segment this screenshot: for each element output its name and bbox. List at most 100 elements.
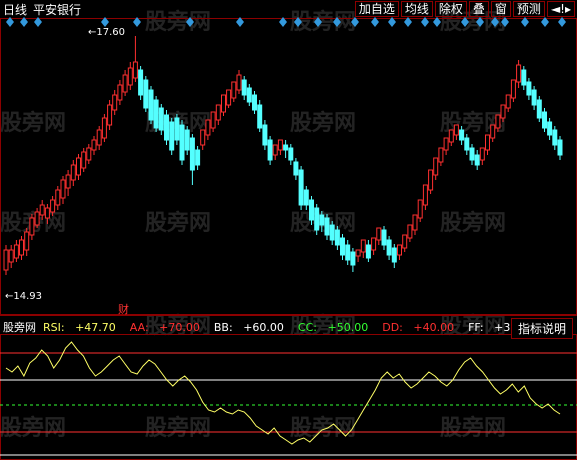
candle-body [107,104,113,126]
rsi-line [5,341,561,445]
candle-body [448,129,454,143]
candle-body [246,87,252,103]
dd-legend: DD: +40.00 [382,321,461,334]
rsi-legend: RSI: +47.70 [43,321,123,334]
candle-body [127,67,133,86]
toolbar-menu: 加自选 均线 除权 叠 窗 预测 ◄!▸ [353,1,575,17]
candle-body [438,147,444,163]
candle-body [557,139,563,156]
candle-body [298,169,304,206]
candle-body [391,247,397,263]
rsi-label: RSI: [43,321,65,334]
candle-body [3,249,9,271]
candle-body [376,227,382,241]
candle-body [479,147,485,161]
candle-body [407,224,413,239]
candle-body [164,114,169,141]
candle-body [138,69,144,96]
candle-body [309,199,314,221]
candle-body [474,154,480,166]
candle-body [485,134,490,151]
candle-body [221,94,226,113]
candle-body [459,129,465,141]
candle-body [490,124,496,139]
kline-chart[interactable] [0,0,577,460]
candle-body [495,114,501,129]
forecast-button[interactable]: 预测 [512,1,545,17]
candle-body [464,137,470,151]
candle-body [547,121,553,136]
candle-body [184,129,190,151]
bb-legend: BB: +60.00 [214,321,291,334]
candle-body [521,69,527,86]
candle-body [257,104,263,129]
candle-body [60,179,66,199]
candle-body [329,224,335,241]
low-price-label: ←14.93 [5,291,43,302]
candle-body [422,184,428,206]
candle-body [8,249,14,263]
candle-body [526,81,532,96]
candle-body [143,79,149,109]
candle-body [412,214,418,231]
candle-body [516,64,522,83]
candle-body [552,129,558,146]
candle-body [453,124,459,136]
candle-body [417,199,423,219]
aa-value: +70.00 [159,321,200,334]
candle-body [241,79,247,96]
candle-body [169,121,175,151]
candle-body [365,244,371,259]
low-price-value: 14.93 [13,291,43,302]
indicator-help-button[interactable]: 指标说明 [510,318,573,339]
candle-body [531,89,537,106]
candle-body [148,89,154,121]
candle-body [86,147,92,161]
candle-body [433,157,439,176]
ex-rights-button[interactable]: 除权 [434,1,467,17]
indicator-name: 股旁网 [3,321,36,334]
candle-body [112,94,118,111]
candle-body [200,129,206,146]
finance-event-marker[interactable]: 财 [118,301,129,317]
add-watchlist-button[interactable]: 加自选 [354,1,399,17]
dd-value: +40.00 [413,321,455,334]
rsi-value: +47.70 [75,321,116,334]
candle-body [39,204,45,216]
candle-body [469,147,475,161]
stock-name: 平安银行 [33,3,82,17]
high-price-label: ←17.60 [88,27,126,38]
candle-body [132,61,138,79]
period-label[interactable]: 日线 [3,3,27,17]
candle-body [443,137,449,151]
overlay-button[interactable]: 叠 [468,1,489,17]
candle-body [153,99,159,129]
dd-label: DD: [382,321,403,334]
candle-body [96,129,102,146]
candle-body [231,81,237,99]
candle-body [29,217,35,236]
candle-body [288,147,294,161]
candle-body [355,249,361,257]
candle-body [319,214,325,226]
candle-body [19,239,24,256]
high-price-value: 17.60 [96,27,126,38]
moving-average-button[interactable]: 均线 [400,1,433,17]
candle-body [174,117,180,141]
candle-body [505,94,511,109]
candle-body [252,94,257,111]
candle-body [360,239,366,253]
candle-body [386,239,392,256]
candle-body [283,144,289,151]
candle-body [334,229,340,246]
candle-body [536,99,542,119]
candle-body [50,199,56,213]
candle-body [70,164,76,181]
candle-body [371,237,377,251]
candle-body [267,139,273,161]
scroll-arrows-button[interactable]: ◄!▸ [546,1,575,17]
window-button[interactable]: 窗 [490,1,511,17]
candle-body [340,237,345,256]
candle-body [397,244,402,256]
candle-body [402,234,408,249]
